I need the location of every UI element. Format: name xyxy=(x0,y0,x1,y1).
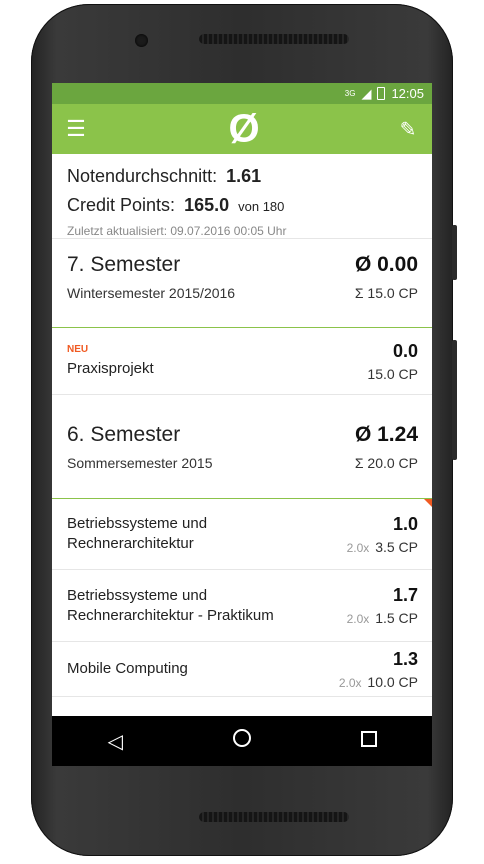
grade-summary: Notendurchschnitt: 1.61 Credit Points: 1… xyxy=(52,154,432,239)
semester-header[interactable]: 6. Semester Sommersemester 2015 Ø 1.24 Σ… xyxy=(52,409,432,499)
course-row[interactable]: Betriebssysteme und Rechnerarchitektur 1… xyxy=(52,499,432,570)
course-credits: 3.5 CP xyxy=(375,538,418,555)
course-credits: 1.5 CP xyxy=(375,610,418,626)
course-grade: 1.7 xyxy=(392,585,418,605)
volume-button xyxy=(452,225,457,280)
bottom-speaker xyxy=(199,812,349,822)
course-name: Mobile Computing xyxy=(67,660,188,677)
status-bar: 3G ◢ 12:05 xyxy=(52,83,432,104)
semester-average: Ø 0.00 xyxy=(354,253,418,276)
top-speaker xyxy=(199,34,349,44)
new-badge: NEU xyxy=(67,343,89,355)
course-name: Betriebssysteme und Rechnerarchitektur xyxy=(67,515,208,552)
course-grade: 0.0 xyxy=(392,340,418,361)
app-toolbar: ☰ Ø ✎ xyxy=(52,104,432,154)
semester-name: 7. Semester xyxy=(67,253,181,276)
semester-subtitle: Wintersemester 2015/2016 xyxy=(67,285,236,301)
front-camera xyxy=(135,34,148,47)
course-weight: 2.0x xyxy=(346,540,370,555)
navigation-bar: ◁ xyxy=(52,716,432,766)
course-name: Praxisprojekt xyxy=(67,359,154,377)
app-logo: Ø xyxy=(228,107,260,151)
edit-icon[interactable]: ✎ xyxy=(394,117,422,142)
signal-icon: ◢ xyxy=(361,85,372,101)
new-marker-icon xyxy=(424,499,432,507)
semester-credits: Σ 15.0 CP xyxy=(354,285,418,301)
course-credits: 15.0 CP xyxy=(367,365,418,382)
average-label: Notendurchschnitt: xyxy=(67,166,218,186)
menu-icon[interactable]: ☰ xyxy=(62,116,90,142)
average-row: Notendurchschnitt: 1.61 xyxy=(67,166,418,187)
course-name: Betriebssysteme und Rechnerarchitektur -… xyxy=(67,586,274,624)
average-value: 1.61 xyxy=(226,166,262,186)
signal-indicator: 3G xyxy=(344,89,356,98)
credit-points-value: 165.0 xyxy=(184,195,230,215)
semester-subtitle: Sommersemester 2015 xyxy=(67,455,213,471)
back-icon[interactable]: ◁ xyxy=(95,729,135,754)
course-grade: 1.0 xyxy=(392,513,418,534)
semester-average: Ø 1.24 xyxy=(354,423,418,446)
clock: 12:05 xyxy=(391,86,424,101)
recents-icon[interactable] xyxy=(349,730,389,753)
credit-points-row: Credit Points: 165.0 von 180 xyxy=(67,195,418,216)
screen: 3G ◢ 12:05 ☰ Ø ✎ Notendurchschnitt: 1.61… xyxy=(52,83,432,766)
last-updated: Zuletzt aktualisiert: 09.07.2016 00:05 U… xyxy=(67,224,287,238)
semester-name: 6. Semester xyxy=(67,423,181,446)
section-spacer xyxy=(52,395,432,409)
course-row[interactable]: Mobile Computing 1.3 2.0x 10.0 CP xyxy=(52,642,432,697)
credit-points-total: von 180 xyxy=(238,199,285,214)
credit-points-label: Credit Points: xyxy=(67,195,176,215)
course-weight: 2.0x xyxy=(346,612,370,626)
course-row[interactable]: NEU Praxisprojekt 0.0 15.0 CP xyxy=(52,328,432,395)
semester-header[interactable]: 7. Semester Wintersemester 2015/2016 Ø 0… xyxy=(52,239,432,328)
battery-icon xyxy=(377,87,386,100)
course-grade: 1.3 xyxy=(392,648,418,669)
course-credits: 10.0 CP xyxy=(367,673,418,690)
course-weight: 2.0x xyxy=(338,675,362,690)
semester-credits: Σ 20.0 CP xyxy=(354,455,418,471)
course-row[interactable]: Betriebssysteme und Rechnerarchitektur -… xyxy=(52,570,432,642)
power-button xyxy=(452,340,457,460)
home-icon[interactable] xyxy=(222,729,262,753)
